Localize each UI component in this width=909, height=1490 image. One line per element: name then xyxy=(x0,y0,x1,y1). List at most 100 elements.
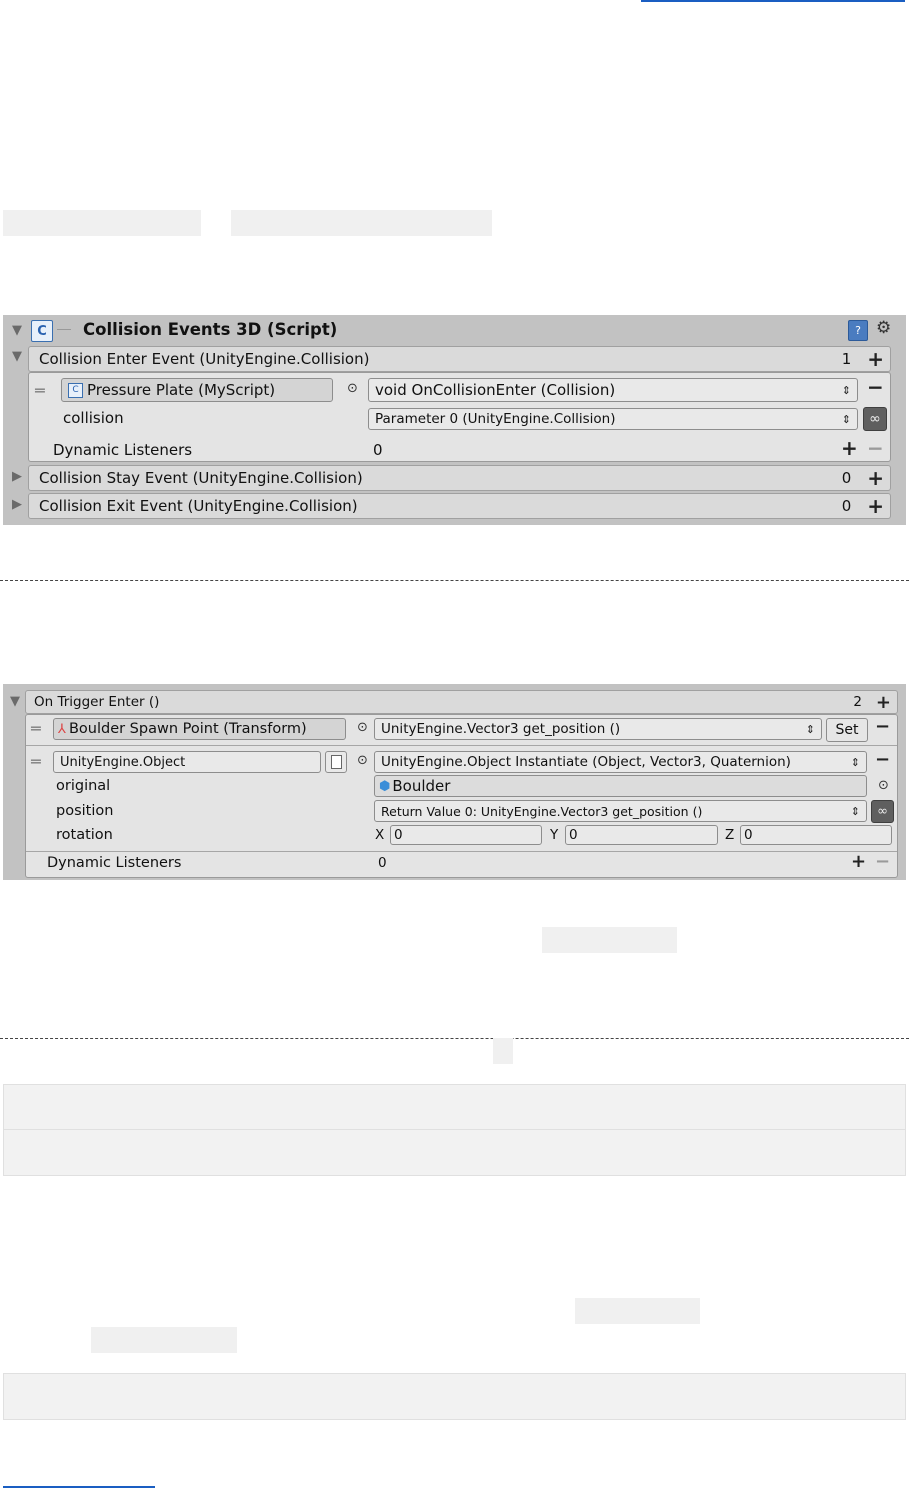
remove-dynamic-button[interactable]: − xyxy=(875,851,890,872)
trigger-event-label: On Trigger Enter () xyxy=(34,694,160,710)
y-axis-label: Y xyxy=(550,827,559,843)
enter-event-count: 1 xyxy=(841,350,852,368)
param-label: collision xyxy=(63,409,124,427)
object-picker-icon[interactable]: ⊙ xyxy=(357,753,368,768)
dynamic-listeners-label: Dynamic Listeners xyxy=(53,441,193,459)
help-book-icon[interactable]: ? xyxy=(848,320,868,341)
remove-listener-button[interactable]: − xyxy=(875,716,890,737)
component-title: Collision Events 3D (Script) xyxy=(83,320,338,339)
set-button[interactable]: Set xyxy=(826,718,868,742)
trigger-event-inspector: ▼ On Trigger Enter () 2 + ═ ⅄ Boulder Sp… xyxy=(3,684,906,880)
dropdown-arrow-icon: ⇕ xyxy=(805,722,815,736)
add-listener-button[interactable]: + xyxy=(867,347,884,371)
dropdown-arrow-icon: ⇕ xyxy=(850,804,860,818)
z-axis-label: Z xyxy=(725,827,735,843)
target-object-name: Boulder Spawn Point (Transform) xyxy=(68,721,307,737)
trigger-event-count: 2 xyxy=(853,694,862,710)
enter-event-foldout[interactable]: ▼ xyxy=(12,349,22,364)
add-listener-button[interactable]: + xyxy=(867,466,884,490)
parameter-value: Parameter 0 (UnityEngine.Collision) xyxy=(375,411,616,427)
object-picker-icon[interactable]: ⊙ xyxy=(878,778,889,793)
trigger-event-header: On Trigger Enter () 2 + xyxy=(25,690,898,714)
top-link-underline[interactable] xyxy=(641,0,905,2)
drag-handle[interactable]: ═ xyxy=(35,381,45,400)
original-label: original xyxy=(56,778,111,794)
rotation-y-field[interactable]: 0 xyxy=(565,825,718,845)
target-object-field[interactable]: UnityEngine.Object xyxy=(53,751,321,773)
code-block xyxy=(3,1084,906,1130)
code-block xyxy=(3,1373,906,1420)
collision-events-inspector: ▼ C Collision Events 3D (Script) ? ⚙ ▼ C… xyxy=(3,315,906,525)
object-picker-icon[interactable]: ⊙ xyxy=(357,720,368,735)
enter-event-label: Collision Enter Event (UnityEngine.Colli… xyxy=(39,350,370,368)
stay-event-foldout[interactable]: ▶ xyxy=(12,469,22,484)
enter-event-header: Collision Enter Event (UnityEngine.Colli… xyxy=(28,346,891,372)
dynamic-listeners-count: 0 xyxy=(373,441,383,459)
target-object-name: UnityEngine.Object xyxy=(60,754,186,770)
dynamic-toggle-button[interactable]: ∞ xyxy=(863,407,887,431)
function-name: UnityEngine.Object Instantiate (Object, … xyxy=(381,754,791,770)
remove-dynamic-button[interactable]: − xyxy=(867,436,884,460)
target-object-field[interactable]: ⅄ Boulder Spawn Point (Transform) xyxy=(53,718,346,740)
position-dropdown[interactable]: Return Value 0: UnityEngine.Vector3 get_… xyxy=(374,800,867,822)
enabled-checkbox[interactable] xyxy=(57,329,71,330)
function-dropdown[interactable]: void OnCollisionEnter (Collision) ⇕ xyxy=(368,378,858,402)
inline-code-placeholder xyxy=(91,1327,237,1353)
add-listener-button[interactable]: + xyxy=(876,692,891,713)
exit-event-header: Collision Exit Event (UnityEngine.Collis… xyxy=(28,493,891,519)
infinity-icon: ∞ xyxy=(869,411,881,427)
function-name: UnityEngine.Vector3 get_position () xyxy=(381,721,621,737)
section-divider xyxy=(0,580,909,581)
target-object-field[interactable]: C Pressure Plate (MyScript) xyxy=(61,378,333,402)
infinity-icon: ∞ xyxy=(877,804,888,819)
csharp-script-icon: C xyxy=(31,320,53,342)
code-block xyxy=(3,1129,906,1176)
object-picker-icon[interactable]: ⊙ xyxy=(347,381,358,396)
stay-event-header: Collision Stay Event (UnityEngine.Collis… xyxy=(28,465,891,491)
dynamic-listeners-count: 0 xyxy=(378,855,387,871)
rotation-z-field[interactable]: 0 xyxy=(740,825,892,845)
exit-event-label: Collision Exit Event (UnityEngine.Collis… xyxy=(39,497,358,515)
dynamic-toggle-button[interactable]: ∞ xyxy=(871,800,894,823)
x-axis-label: X xyxy=(375,827,385,843)
position-label: position xyxy=(56,803,114,819)
transform-axis-icon: ⅄ xyxy=(58,721,66,737)
original-object-field[interactable]: ⬢ Boulder xyxy=(374,775,867,797)
add-dynamic-button[interactable]: + xyxy=(851,851,866,872)
drag-handle[interactable]: ═ xyxy=(31,719,41,738)
exit-event-foldout[interactable]: ▶ xyxy=(12,497,22,512)
document-icon[interactable] xyxy=(325,751,347,773)
trigger-event-foldout[interactable]: ▼ xyxy=(10,694,20,709)
gear-icon[interactable]: ⚙ xyxy=(876,318,891,338)
stay-event-count: 0 xyxy=(841,469,852,487)
component-foldout-toggle[interactable]: ▼ xyxy=(12,323,22,338)
csharp-script-icon: C xyxy=(68,382,83,398)
rotation-label: rotation xyxy=(56,827,113,843)
function-dropdown[interactable]: UnityEngine.Vector3 get_position () ⇕ xyxy=(374,718,822,740)
inline-code-placeholder xyxy=(493,1038,513,1064)
dropdown-arrow-icon: ⇕ xyxy=(841,412,851,426)
target-object-name: Pressure Plate (MyScript) xyxy=(87,381,276,399)
inline-code-placeholder xyxy=(231,210,492,236)
inline-code-placeholder xyxy=(3,210,201,236)
bottom-link-underline[interactable] xyxy=(3,1486,155,1488)
add-listener-button[interactable]: + xyxy=(867,494,884,518)
inline-code-placeholder xyxy=(542,927,677,953)
dropdown-arrow-icon: ⇕ xyxy=(850,755,860,769)
original-object-name: Boulder xyxy=(392,777,451,795)
position-value: Return Value 0: UnityEngine.Vector3 get_… xyxy=(381,803,703,819)
remove-listener-button[interactable]: − xyxy=(867,375,884,399)
section-divider xyxy=(0,1038,909,1039)
function-dropdown[interactable]: UnityEngine.Object Instantiate (Object, … xyxy=(374,751,867,773)
stay-event-label: Collision Stay Event (UnityEngine.Collis… xyxy=(39,469,363,487)
remove-listener-button[interactable]: − xyxy=(875,749,890,770)
function-name: void OnCollisionEnter (Collision) xyxy=(375,381,616,399)
cube-icon: ⬢ xyxy=(379,778,391,794)
rotation-x-field[interactable]: 0 xyxy=(390,825,542,845)
add-dynamic-button[interactable]: + xyxy=(841,436,858,460)
row-separator xyxy=(26,851,897,852)
parameter-dropdown[interactable]: Parameter 0 (UnityEngine.Collision) ⇕ xyxy=(368,408,858,430)
exit-event-count: 0 xyxy=(841,497,852,515)
drag-handle[interactable]: ═ xyxy=(31,752,41,771)
dropdown-arrow-icon: ⇕ xyxy=(841,383,851,397)
